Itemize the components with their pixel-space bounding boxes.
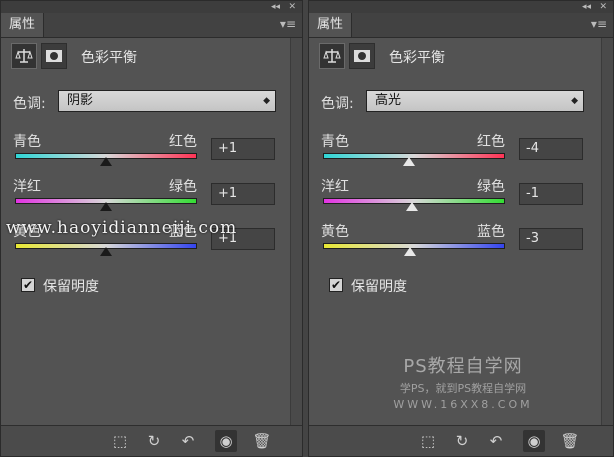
adjustment-title: 色彩平衡 (81, 50, 137, 66)
tone-select[interactable]: 阴影 ◆ (58, 90, 276, 112)
tab-bar: 属性 ▾≡ (1, 13, 302, 38)
slider-value-field[interactable]: +1 (211, 138, 275, 160)
tone-label: 色调: (13, 96, 46, 112)
tab-bar: 属性 ▾≡ (309, 13, 613, 38)
checkbox-checked-icon[interactable]: ✔ (329, 278, 343, 292)
slider-thumb-icon[interactable] (404, 247, 417, 256)
view-previous-icon[interactable]: ↻ (451, 430, 473, 452)
reset-icon[interactable]: ↶ (485, 430, 507, 452)
slider-right-label: 红色 (169, 134, 197, 150)
balance-scale-icon[interactable] (11, 43, 37, 69)
slider-left-label: 青色 (13, 134, 41, 150)
scrollbar[interactable] (601, 38, 613, 426)
tab-properties[interactable]: 属性 (309, 13, 353, 37)
scrollbar[interactable] (290, 38, 302, 426)
slider-thumb-icon[interactable] (406, 202, 419, 211)
layer-mask-icon[interactable] (349, 43, 375, 69)
reset-icon[interactable]: ↶ (177, 430, 199, 452)
clip-to-layer-icon[interactable]: ⬚ (417, 430, 439, 452)
watermark-site: WWW.16XX8.COM (393, 398, 533, 411)
slider-thumb-icon[interactable] (99, 247, 112, 256)
clip-to-layer-icon[interactable]: ⬚ (109, 430, 131, 452)
close-icon[interactable]: ✕ (599, 1, 607, 13)
slider-thumb-icon[interactable] (99, 202, 112, 211)
tab-properties[interactable]: 属性 (1, 13, 45, 37)
adjustment-title: 色彩平衡 (389, 50, 445, 66)
trash-icon[interactable]: 🗑 (251, 430, 273, 452)
preserve-luminosity-label: 保留明度 (43, 279, 99, 295)
slider-cyan-red: 青色 红色 -4 (321, 131, 591, 171)
select-arrow-icon: ◆ (571, 96, 578, 106)
collapse-icon[interactable]: ◂◂ (582, 1, 591, 13)
watermark-title: PS教程自学网 (403, 356, 523, 377)
slider-cyan-red: 青色 红色 +1 (13, 131, 283, 171)
slider-left-label: 洋红 (13, 179, 41, 195)
trash-icon[interactable]: 🗑 (559, 430, 581, 452)
slider-value-field[interactable]: -1 (519, 183, 583, 205)
layer-mask-icon[interactable] (41, 43, 67, 69)
slider-left-label: 黄色 (321, 224, 349, 240)
tone-select-value: 阴影 (67, 93, 94, 108)
tone-label: 色调: (321, 96, 354, 112)
slider-right-label: 绿色 (169, 179, 197, 195)
tone-select-value: 高光 (375, 93, 402, 108)
panel-footer: ⬚ ↻ ↶ ◉ 🗑 (309, 425, 613, 456)
slider-yellow-blue: 黄色 蓝色 -3 (321, 221, 591, 261)
watermark-block: PS教程自学网 学PS，就到PS教程自学网 WWW.16XX8.COM (378, 352, 548, 411)
visibility-eye-icon[interactable]: ◉ (523, 430, 545, 452)
watermark-subtitle: 学PS，就到PS教程自学网 (399, 382, 527, 395)
panel-menu-icon[interactable]: ▾≡ (591, 17, 607, 31)
collapse-icon[interactable]: ◂◂ (271, 1, 280, 13)
slider-thumb-icon[interactable] (403, 157, 416, 166)
tone-select[interactable]: 高光 ◆ (366, 90, 584, 112)
watermark-url: www.haoyidianneiji.com (6, 218, 238, 238)
panel-footer: ⬚ ↻ ↶ ◉ 🗑 (1, 425, 302, 456)
slider-magenta-green: 洋红 绿色 +1 (13, 176, 283, 216)
close-icon[interactable]: ✕ (288, 1, 296, 13)
panel-menu-icon[interactable]: ▾≡ (280, 17, 296, 31)
checkbox-checked-icon[interactable]: ✔ (21, 278, 35, 292)
slider-right-label: 红色 (477, 134, 505, 150)
visibility-eye-icon[interactable]: ◉ (215, 430, 237, 452)
slider-value-field[interactable]: -3 (519, 228, 583, 250)
slider-value-field[interactable]: -4 (519, 138, 583, 160)
slider-right-label: 绿色 (477, 179, 505, 195)
slider-right-label: 蓝色 (477, 224, 505, 240)
slider-magenta-green: 洋红 绿色 -1 (321, 176, 591, 216)
slider-thumb-icon[interactable] (99, 157, 112, 166)
slider-left-label: 洋红 (321, 179, 349, 195)
balance-scale-icon[interactable] (319, 43, 345, 69)
preserve-luminosity-label: 保留明度 (351, 279, 407, 295)
slider-value-field[interactable]: +1 (211, 183, 275, 205)
slider-left-label: 青色 (321, 134, 349, 150)
view-previous-icon[interactable]: ↻ (143, 430, 165, 452)
select-arrow-icon: ◆ (263, 96, 270, 106)
